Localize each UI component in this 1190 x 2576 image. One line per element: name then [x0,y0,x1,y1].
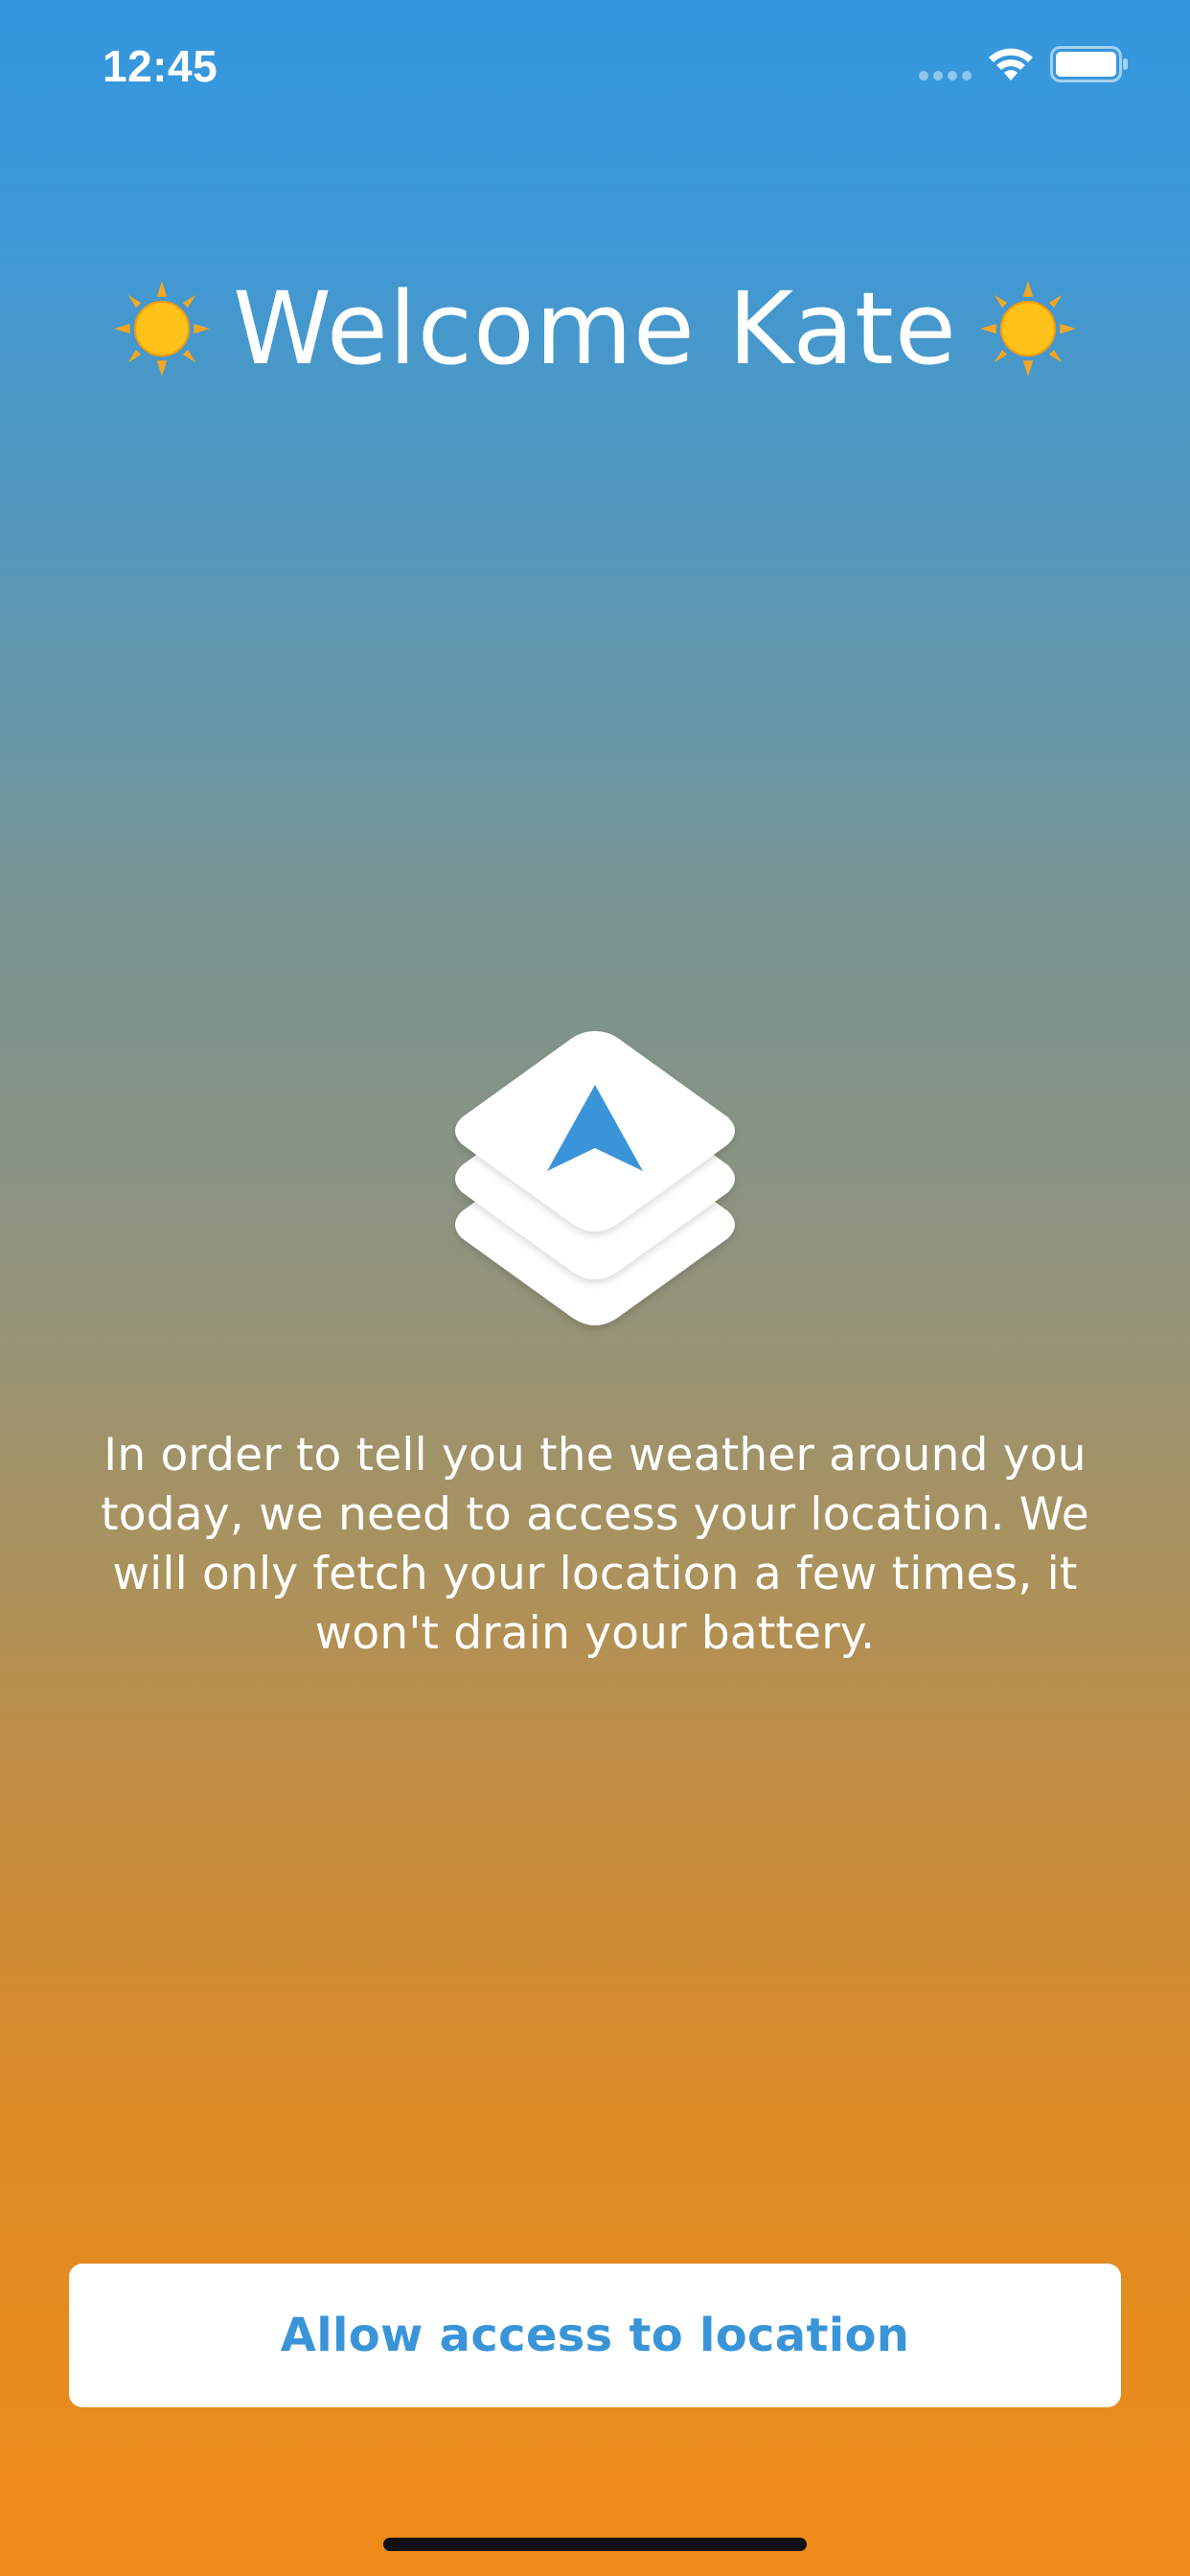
status-time: 12:45 [103,41,218,91]
wifi-icon [989,48,1033,80]
welcome-screen: 12:45 Welcome Kate In order to tell you … [0,0,1190,2576]
location-arrow-stack-icon [455,1031,735,1325]
allow-location-button-label: Allow access to location [280,2309,910,2362]
sun-emoji-icon [114,281,211,377]
welcome-title-row: Welcome Kate [0,266,1190,391]
home-indicator[interactable] [383,2538,807,2551]
location-permission-description: In order to tell you the weather around … [101,1429,1089,1660]
page-title: Welcome Kate [233,270,957,387]
sun-emoji-icon [979,281,1076,377]
battery-icon [1050,46,1128,82]
cellular-signal-icon [919,71,972,80]
allow-location-button[interactable]: Allow access to location [69,2264,1121,2407]
